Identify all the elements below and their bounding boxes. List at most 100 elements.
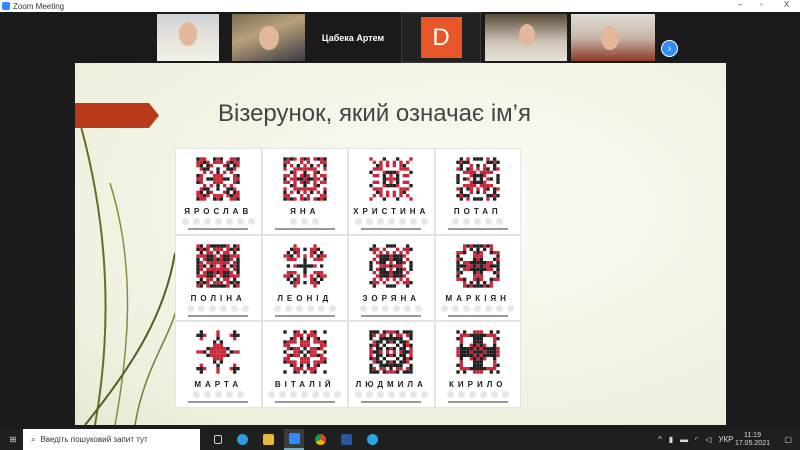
close-button[interactable]: X xyxy=(784,0,789,9)
edge-icon[interactable] xyxy=(232,429,252,450)
ornament-name: МАРТА xyxy=(194,380,243,390)
word-icon[interactable] xyxy=(336,429,356,450)
watermark-line xyxy=(274,228,335,230)
symbol-row xyxy=(268,391,342,399)
ornament-name: ХРИСТИНА xyxy=(353,207,430,216)
minimize-button[interactable]: – xyxy=(738,0,742,9)
telegram-icon[interactable] xyxy=(362,429,382,450)
clock-time: 11:19 xyxy=(743,431,761,439)
window-title: Zoom Meeting xyxy=(13,1,65,11)
zoom-logo-icon xyxy=(2,2,10,10)
ornament-name: ЗОРЯНА xyxy=(362,293,421,303)
ornament-name: ЯРОСЛАВ xyxy=(184,207,253,216)
symbol-row xyxy=(273,304,336,312)
watermark-line xyxy=(188,228,249,230)
windows-start-icon[interactable]: ⊞ xyxy=(6,429,20,450)
ornament-name: ПОТАП xyxy=(453,207,502,216)
watermark-line xyxy=(447,401,508,404)
ornament-name: ВІТАЛІЙ xyxy=(274,380,335,390)
participant-video[interactable] xyxy=(157,14,219,61)
ornament-card: МАРТА xyxy=(176,322,261,407)
volume-icon[interactable]: ◁ xyxy=(705,435,711,444)
chrome-icon[interactable] xyxy=(310,429,330,450)
participant-avatar-tile[interactable]: D xyxy=(401,12,481,63)
search-icon: ⌕ xyxy=(31,434,36,444)
battery-icon[interactable]: ▬ xyxy=(680,435,688,444)
ornament-pattern xyxy=(369,157,413,201)
watermark-line xyxy=(361,228,422,230)
task-view-icon[interactable] xyxy=(208,429,228,450)
symbol-row xyxy=(192,391,244,399)
symbol-row xyxy=(360,304,423,312)
participant-video[interactable] xyxy=(485,14,567,61)
zoom-taskbar-icon[interactable] xyxy=(284,429,304,450)
taskbar: ⊞ ⌕ Введіть пошуковий запит тут ^ ▮ ▬ ◜ ◁… xyxy=(0,429,800,450)
participant-strip: Цабека Артем D › xyxy=(0,12,800,63)
ornament-card: ЗОРЯНА xyxy=(349,235,434,321)
watermark-line xyxy=(447,228,508,230)
symbol-row xyxy=(452,218,504,225)
participant-video[interactable] xyxy=(232,14,305,61)
ornament-pattern xyxy=(283,330,327,374)
taskbar-search[interactable]: ⌕ Введіть пошуковий запит тут xyxy=(23,429,200,450)
window-title-bar: Zoom Meeting – ▫ X xyxy=(0,0,800,12)
ornament-name: КИРИЛО xyxy=(448,380,507,390)
network-icon[interactable]: ◜ xyxy=(695,435,698,444)
microphone-icon[interactable]: ▮ xyxy=(669,435,673,444)
ornament-card: ПОЛІНА xyxy=(176,235,261,321)
symbol-row xyxy=(187,304,250,312)
ornament-pattern xyxy=(196,330,240,374)
ornament-pattern xyxy=(456,157,500,201)
ornament-name: МАРКІЯН xyxy=(445,293,510,303)
chevron-right-icon[interactable]: › xyxy=(661,40,678,57)
slide-title: Візерунок, який означає ім’я xyxy=(218,100,531,127)
ornament-card: ЛЕОНІД xyxy=(262,235,347,321)
ornament-card: ЛЮДМИЛА xyxy=(349,322,434,407)
symbol-row xyxy=(446,391,509,399)
clock[interactable]: 11:19 17.05.2021 xyxy=(735,429,770,450)
ornament-card: ХРИСТИНА xyxy=(349,149,434,234)
language-indicator[interactable]: УКР xyxy=(718,435,733,444)
symbol-row xyxy=(290,218,320,225)
clock-date: 17.05.2021 xyxy=(734,439,770,447)
ornament-pattern xyxy=(283,157,327,201)
symbol-row xyxy=(181,218,255,225)
system-tray: ^ ▮ ▬ ◜ ◁ УКР xyxy=(658,429,734,450)
ornament-pattern xyxy=(196,157,240,201)
ornament-pattern xyxy=(456,243,500,288)
ornament-pattern xyxy=(456,330,500,374)
ornament-name: ЛЮДМИЛА xyxy=(355,380,427,390)
notifications-icon[interactable]: ▢ xyxy=(784,429,792,450)
symbol-row xyxy=(441,304,515,312)
participant-name-tile[interactable]: Цабека Артем xyxy=(309,14,397,61)
watermark-line xyxy=(447,314,508,317)
ornament-name: ПОЛІНА xyxy=(190,293,246,303)
symbol-row xyxy=(354,391,428,399)
ornament-grid: ЯРОСЛАВ ЯНА ХРИСТИНА ПОТАП ПОЛІНА ЛЕОНІД… xyxy=(175,148,521,408)
shared-slide: Візерунок, який означає ім’я ЯРОСЛАВ ЯНА… xyxy=(75,63,726,425)
watermark-line xyxy=(274,314,335,317)
ornament-pattern xyxy=(369,330,413,374)
watermark-line xyxy=(274,401,335,404)
chevron-up-icon[interactable]: ^ xyxy=(658,435,662,444)
ornament-card: КИРИЛО xyxy=(435,322,520,407)
maximize-button[interactable]: ▫ xyxy=(760,0,763,9)
ornament-pattern xyxy=(196,243,240,288)
ornament-pattern xyxy=(283,243,327,288)
watermark-line xyxy=(361,314,422,317)
ornament-card: ВІТАЛІЙ xyxy=(262,322,347,407)
watermark-line xyxy=(361,401,422,404)
ornament-name: ЯНА xyxy=(290,207,320,216)
ornament-name: ЛЕОНІД xyxy=(277,293,333,303)
participant-video[interactable] xyxy=(571,14,655,61)
ornament-card: ЯРОСЛАВ xyxy=(176,149,261,234)
symbol-row xyxy=(354,218,428,225)
title-arrow-decoration xyxy=(75,103,159,128)
file-explorer-icon[interactable] xyxy=(258,429,278,450)
watermark-line xyxy=(188,401,249,404)
ornament-card: МАРКІЯН xyxy=(435,235,520,321)
search-placeholder: Введіть пошуковий запит тут xyxy=(40,435,148,444)
avatar: D xyxy=(420,17,462,58)
watermark-line xyxy=(188,314,249,317)
ornament-card: ПОТАП xyxy=(435,149,520,234)
